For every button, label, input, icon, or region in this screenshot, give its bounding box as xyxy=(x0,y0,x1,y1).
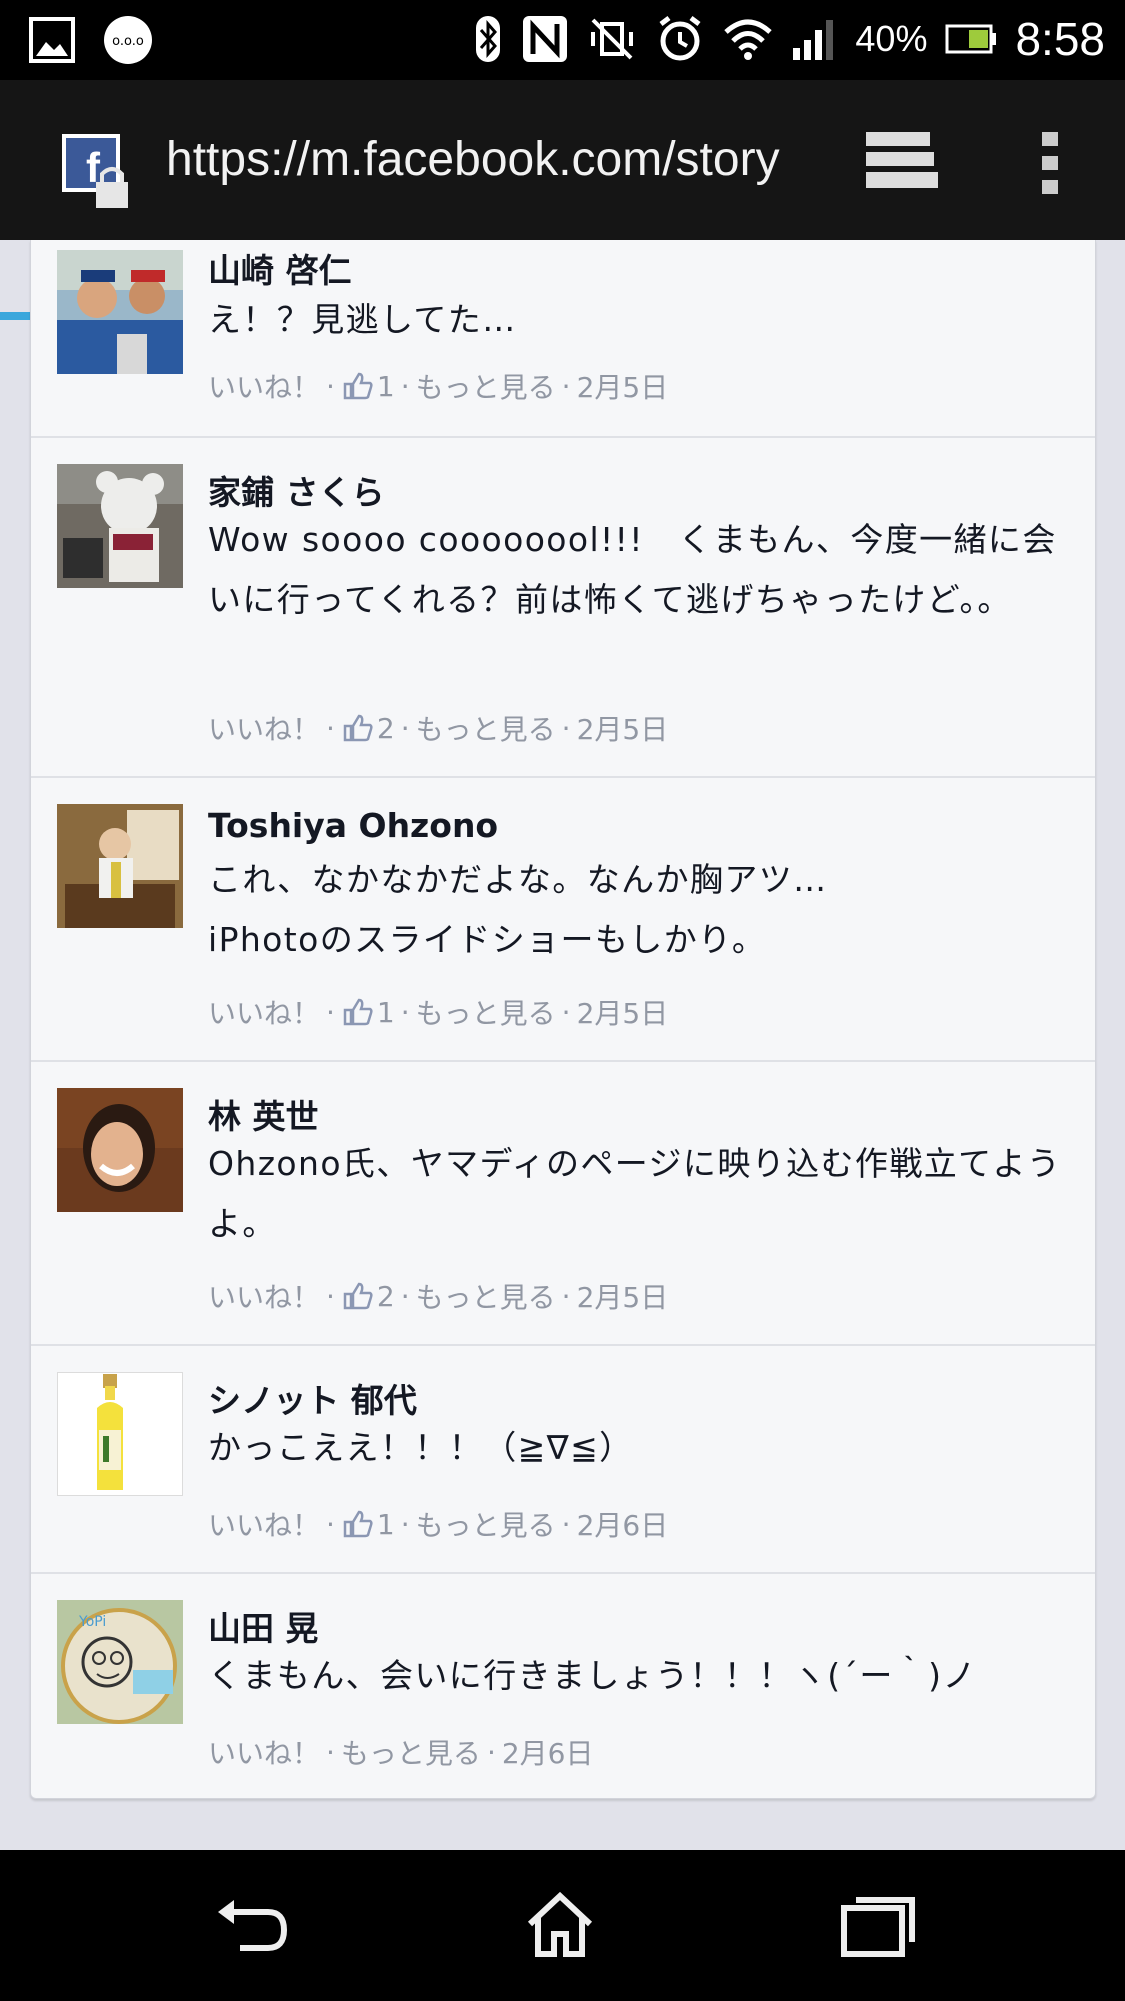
comment-date[interactable]: 2月5日 xyxy=(577,1276,669,1316)
facebook-favicon: f xyxy=(62,134,128,208)
like-link[interactable]: いいね！ xyxy=(208,1276,320,1316)
nfc-icon xyxy=(523,16,568,62)
like-link[interactable]: いいね！ xyxy=(208,1504,320,1544)
commenter-name[interactable]: 山田 晃 xyxy=(208,1602,319,1650)
comment-meta: いいね！ · 1 · もっと見る · 2月5日 xyxy=(208,992,668,1032)
comment-meta: いいね！ · 1 · もっと見る · 2月6日 xyxy=(208,1504,668,1544)
bluetooth-icon xyxy=(476,16,501,62)
url-field[interactable]: https://m.facebook.com/story xyxy=(166,132,780,187)
comment-date[interactable]: 2月5日 xyxy=(577,708,669,748)
comment-meta: いいね！ · 2 · もっと見る · 2月5日 xyxy=(208,708,668,748)
comment-item: Toshiya Ohzono これ、なかなかだよな。なんか胸アツ…iPhotoの… xyxy=(31,776,1095,1062)
tabs-icon[interactable] xyxy=(862,128,938,192)
see-more-link[interactable]: もっと見る xyxy=(416,366,556,406)
comment-item: シノット 郁代 かっこええ！！！（≧∇≦） いいね！ · 1 · もっと見る ·… xyxy=(31,1344,1095,1574)
see-more-link[interactable]: もっと見る xyxy=(341,1732,481,1772)
like-count[interactable]: 1 xyxy=(377,370,395,403)
back-icon[interactable] xyxy=(210,1890,290,1960)
like-count[interactable]: 1 xyxy=(377,996,395,1029)
comment-date[interactable]: 2月5日 xyxy=(577,366,669,406)
comment-text: Wow soooo coooooool!!! くまもん、今度一緒に会いに行ってく… xyxy=(208,520,1057,619)
status-bar: o.o.o 40% 8:58 xyxy=(0,0,1125,80)
signal-icon xyxy=(793,20,834,60)
clock: 8:58 xyxy=(1015,13,1105,65)
commenter-name[interactable]: シノット 郁代 xyxy=(208,1374,417,1422)
wifi-icon xyxy=(724,19,773,60)
comments-card: 山崎 啓仁 え！？見逃してた… いいね！ · 1 · もっと見る · 2月5日 … xyxy=(30,240,1096,1799)
comment-meta: いいね！ · もっと見る · 2月6日 xyxy=(208,1732,593,1772)
svg-text:o.o.o: o.o.o xyxy=(112,34,144,49)
avatar[interactable] xyxy=(57,1088,183,1212)
comment-text: くまもん、会いに行きましょう！！！ヽ(´ー｀)ノ xyxy=(208,1656,977,1695)
thumbs-up-icon xyxy=(343,372,373,400)
overflow-menu-icon[interactable] xyxy=(1038,128,1062,198)
home-icon[interactable] xyxy=(520,1890,600,1960)
avatar[interactable] xyxy=(57,1372,183,1496)
svg-text:YoPi: YoPi xyxy=(78,1614,106,1630)
commenter-name[interactable]: 林 英世 xyxy=(208,1090,319,1138)
gallery-icon xyxy=(29,17,75,63)
comment-text: え！？見逃してた… xyxy=(208,300,517,339)
comment-date[interactable]: 2月6日 xyxy=(577,1504,669,1544)
avatar[interactable] xyxy=(57,804,183,928)
navigation-bar xyxy=(0,1850,1125,2001)
comment-text: これ、なかなかだよな。なんか胸アツ…iPhotoのスライドショーもしかり。 xyxy=(208,860,828,959)
like-count[interactable]: 2 xyxy=(377,712,395,745)
comment-text: Ohzono氏、ヤマディのページに映り込む作戦立てようよ。 xyxy=(208,1144,1062,1243)
battery-percentage: 40% xyxy=(855,18,928,59)
like-link[interactable]: いいね！ xyxy=(208,708,320,748)
comment-meta: いいね！ · 2 · もっと見る · 2月5日 xyxy=(208,1276,668,1316)
commenter-name[interactable]: Toshiya Ohzono xyxy=(208,806,498,845)
like-link[interactable]: いいね！ xyxy=(208,1732,320,1772)
see-more-link[interactable]: もっと見る xyxy=(416,992,556,1032)
comment-date[interactable]: 2月5日 xyxy=(577,992,669,1032)
comment-item: YoPi 山田 晃 くまもん、会いに行きましょう！！！ヽ(´ー｀)ノ いいね！ … xyxy=(31,1572,1095,1798)
comment-item: 家鋪 さくら Wow soooo coooooool!!! くまもん、今度一緒に… xyxy=(31,436,1095,778)
comment-item: 林 英世 Ohzono氏、ヤマディのページに映り込む作戦立てようよ。 いいね！ … xyxy=(31,1060,1095,1346)
thumbs-up-icon xyxy=(343,998,373,1026)
like-count[interactable]: 2 xyxy=(377,1280,395,1313)
like-link[interactable]: いいね！ xyxy=(208,992,320,1032)
browser-address-bar: f https://m.facebook.com/story xyxy=(0,80,1125,320)
avatar[interactable] xyxy=(57,250,183,374)
avatar[interactable] xyxy=(57,464,183,588)
alarm-icon xyxy=(659,16,701,61)
commenter-name[interactable]: 家鋪 さくら xyxy=(208,466,385,514)
comment-meta: いいね！ · 1 · もっと見る · 2月5日 xyxy=(208,366,668,406)
commenter-name[interactable]: 山崎 啓仁 xyxy=(208,244,352,292)
recent-apps-icon[interactable] xyxy=(838,1890,918,1960)
battery-icon xyxy=(945,24,997,54)
comment-item: 山崎 啓仁 え！？見逃してた… いいね！ · 1 · もっと見る · 2月5日 xyxy=(31,240,1095,438)
thumbs-up-icon xyxy=(343,714,373,742)
thumbs-up-icon xyxy=(343,1510,373,1538)
app-notification-icon: o.o.o xyxy=(104,16,152,64)
like-count[interactable]: 1 xyxy=(377,1508,395,1541)
comment-date[interactable]: 2月6日 xyxy=(502,1732,594,1772)
comment-text: かっこええ！！！（≧∇≦） xyxy=(208,1428,634,1467)
like-link[interactable]: いいね！ xyxy=(208,366,320,406)
vibrate-off-icon xyxy=(591,18,634,60)
see-more-link[interactable]: もっと見る xyxy=(416,1276,556,1316)
avatar[interactable]: YoPi xyxy=(57,1600,183,1724)
see-more-link[interactable]: もっと見る xyxy=(416,708,556,748)
thumbs-up-icon xyxy=(343,1282,373,1310)
see-more-link[interactable]: もっと見る xyxy=(416,1504,556,1544)
